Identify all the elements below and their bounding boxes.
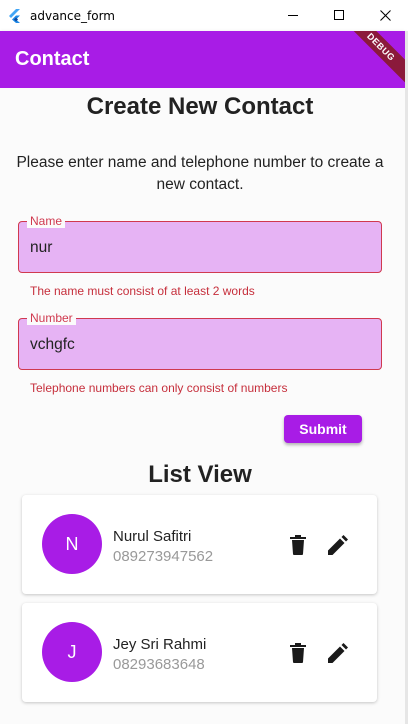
contact-phone: 08293683648	[113, 656, 205, 673]
number-field-error: Telephone numbers can only consist of nu…	[30, 381, 288, 395]
name-input[interactable]	[30, 239, 360, 257]
form-title: Create New Contact	[86, 93, 314, 120]
avatar: N	[42, 514, 102, 574]
contact-name: Jey Sri Rahmi	[113, 636, 207, 653]
close-icon	[379, 10, 391, 21]
app-bar: Contact DEBUG	[0, 31, 405, 88]
name-field-label: Name	[27, 214, 66, 228]
close-button[interactable]	[362, 0, 408, 31]
minimize-icon	[287, 15, 298, 16]
minimize-button[interactable]	[270, 0, 316, 31]
pencil-icon	[328, 535, 348, 555]
debug-banner: DEBUG	[339, 31, 405, 88]
number-field-label: Number	[27, 311, 76, 325]
trash-icon	[290, 643, 306, 663]
contact-name: Nurul Safitri	[113, 528, 192, 545]
flutter-logo-icon	[9, 8, 20, 23]
contact-phone: 089273947562	[113, 548, 214, 565]
contact-card[interactable]: N Nurul Safitri 089273947562	[22, 495, 377, 594]
pencil-icon	[328, 643, 348, 663]
trash-icon	[290, 535, 306, 555]
edit-contact-button[interactable]	[326, 641, 350, 665]
name-field-error: The name must consist of at least 2 word…	[30, 284, 255, 298]
list-title: List View	[148, 461, 252, 488]
main-content: Create New Contact Please enter name and…	[0, 88, 405, 724]
number-field[interactable]: Number	[18, 311, 382, 370]
form-instructions: Please enter name and telephone number t…	[16, 154, 384, 193]
name-field[interactable]: Name	[18, 214, 382, 273]
submit-button[interactable]: Submit	[284, 415, 362, 443]
number-input[interactable]	[30, 336, 360, 354]
delete-contact-button[interactable]	[286, 533, 310, 557]
contact-card[interactable]: J Jey Sri Rahmi 08293683648	[22, 603, 377, 702]
app-bar-title: Contact	[15, 48, 90, 70]
maximize-button[interactable]	[316, 0, 362, 31]
edit-contact-button[interactable]	[326, 533, 350, 557]
maximize-icon	[333, 10, 344, 20]
window-title: advance_form	[30, 8, 115, 23]
avatar: J	[42, 622, 102, 682]
window-controls	[270, 0, 408, 31]
delete-contact-button[interactable]	[286, 641, 310, 665]
window-titlebar: advance_form	[0, 0, 408, 31]
